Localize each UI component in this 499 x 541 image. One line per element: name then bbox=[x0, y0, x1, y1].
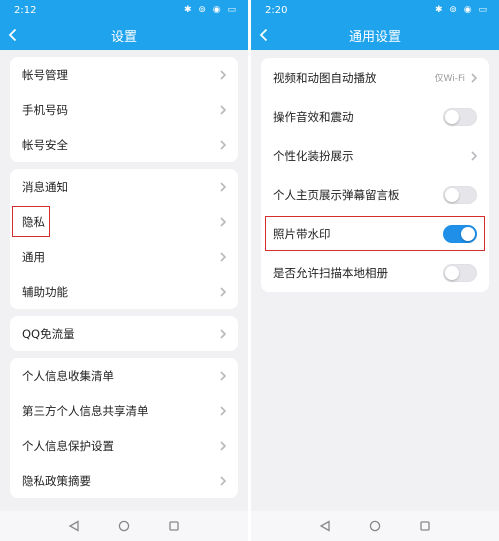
header-bar: 2:12 ✱ ⊚ ◉ ▭ 设置 bbox=[0, 0, 248, 50]
general-settings-group: 视频和动图自动播放 仅Wi-Fi 操作音效和震动 个性化装扮展示 个人主页展示弹… bbox=[261, 58, 489, 292]
page-title: 设置 bbox=[110, 29, 137, 45]
settings-item-label: 辅助功能 bbox=[22, 284, 68, 299]
chevron-right-icon bbox=[220, 475, 226, 486]
chevron-right-icon bbox=[471, 150, 477, 161]
settings-item-phone-number[interactable]: 手机号码 bbox=[10, 92, 238, 127]
square-recents-icon[interactable] bbox=[419, 520, 431, 532]
settings-item-label: 隐私政策摘要 bbox=[22, 473, 91, 488]
chevron-right-icon bbox=[220, 216, 226, 227]
setting-label: 个人主页展示弹幕留言板 bbox=[273, 187, 400, 202]
highlight-box bbox=[12, 206, 50, 237]
settings-item-third-party-sharing[interactable]: 第三方个人信息共享清单 bbox=[10, 393, 238, 428]
setting-autoplay[interactable]: 视频和动图自动播放 仅Wi-Fi bbox=[261, 58, 489, 97]
system-nav-bar bbox=[251, 511, 499, 541]
settings-item-accessibility[interactable]: 辅助功能 bbox=[10, 274, 238, 309]
chevron-right-icon bbox=[220, 405, 226, 416]
back-button[interactable] bbox=[259, 20, 281, 50]
status-icons: ✱ ⊚ ◉ ▭ bbox=[434, 5, 489, 15]
status-time: 2:12 bbox=[14, 4, 37, 16]
chevron-right-icon bbox=[220, 139, 226, 150]
setting-scan-album: 是否允许扫描本地相册 bbox=[261, 253, 489, 292]
setting-label: 是否允许扫描本地相册 bbox=[273, 265, 388, 280]
circle-home-icon[interactable] bbox=[369, 520, 381, 532]
settings-item-label: 个人信息保护设置 bbox=[22, 438, 114, 453]
settings-group-data: QQ免流量 bbox=[10, 316, 238, 351]
settings-item-label: 手机号码 bbox=[22, 102, 68, 117]
scan-album-toggle[interactable] bbox=[443, 263, 477, 282]
settings-group-legal: 个人信息收集清单 第三方个人信息共享清单 个人信息保护设置 隐私政策摘要 bbox=[10, 358, 238, 498]
status-time: 2:20 bbox=[265, 4, 288, 16]
settings-item-label: 个人信息收集清单 bbox=[22, 368, 114, 383]
setting-personalization[interactable]: 个性化装扮展示 bbox=[261, 136, 489, 175]
setting-label: 操作音效和震动 bbox=[273, 109, 354, 124]
setting-label: 视频和动图自动播放 bbox=[273, 70, 377, 85]
square-recents-icon[interactable] bbox=[168, 520, 180, 532]
page-title: 通用设置 bbox=[348, 29, 401, 45]
settings-item-label: 帐号管理 bbox=[22, 67, 68, 82]
settings-item-notifications[interactable]: 消息通知 bbox=[10, 169, 238, 204]
settings-item-label: 第三方个人信息共享清单 bbox=[22, 403, 149, 418]
status-icons: ✱ ⊚ ◉ ▭ bbox=[183, 5, 238, 15]
header-bar: 2:20 ✱ ⊚ ◉ ▭ 通用设置 bbox=[251, 0, 499, 50]
circle-home-icon[interactable] bbox=[118, 520, 130, 532]
settings-item-label: 消息通知 bbox=[22, 179, 68, 194]
settings-screen: 2:12 ✱ ⊚ ◉ ▭ 设置 帐号管理 手机号码 帐号安全 消息通知 隐私 通… bbox=[0, 0, 248, 541]
settings-item-account-management[interactable]: 帐号管理 bbox=[10, 57, 238, 92]
chevron-right-icon bbox=[220, 370, 226, 381]
settings-item-free-data[interactable]: QQ免流量 bbox=[10, 316, 238, 351]
back-button[interactable] bbox=[8, 20, 30, 50]
status-bar: 2:12 ✱ ⊚ ◉ ▭ bbox=[0, 0, 248, 20]
chevron-left-icon bbox=[259, 28, 268, 42]
chevron-right-icon bbox=[220, 251, 226, 262]
chevron-right-icon bbox=[220, 440, 226, 451]
chevron-right-icon bbox=[471, 72, 477, 83]
setting-sound-vibration: 操作音效和震动 bbox=[261, 97, 489, 136]
settings-group-general: 消息通知 隐私 通用 辅助功能 bbox=[10, 169, 238, 309]
chevron-right-icon bbox=[220, 181, 226, 192]
setting-danmaku-board: 个人主页展示弹幕留言板 bbox=[261, 175, 489, 214]
general-settings-screen: 2:20 ✱ ⊚ ◉ ▭ 通用设置 视频和动图自动播放 仅Wi-Fi 操作音效和… bbox=[251, 0, 499, 541]
setting-label: 个性化装扮展示 bbox=[273, 148, 354, 163]
sound-vibration-toggle[interactable] bbox=[443, 107, 477, 126]
chevron-right-icon bbox=[220, 328, 226, 339]
status-bar: 2:20 ✱ ⊚ ◉ ▭ bbox=[251, 0, 499, 20]
highlight-box bbox=[265, 216, 485, 251]
settings-item-label: 帐号安全 bbox=[22, 137, 68, 152]
settings-item-account-security[interactable]: 帐号安全 bbox=[10, 127, 238, 162]
chevron-right-icon bbox=[220, 286, 226, 297]
chevron-right-icon bbox=[220, 69, 226, 80]
settings-item-general[interactable]: 通用 bbox=[10, 239, 238, 274]
settings-item-label: 通用 bbox=[22, 249, 45, 264]
chevron-right-icon bbox=[220, 104, 226, 115]
setting-value: 仅Wi-Fi bbox=[434, 74, 465, 84]
triangle-back-icon[interactable] bbox=[68, 520, 80, 532]
chevron-left-icon bbox=[8, 28, 17, 42]
system-nav-bar bbox=[0, 511, 248, 541]
danmaku-board-toggle[interactable] bbox=[443, 185, 477, 204]
settings-item-info-protection[interactable]: 个人信息保护设置 bbox=[10, 428, 238, 463]
setting-photo-watermark: 照片带水印 bbox=[261, 214, 489, 253]
settings-item-privacy[interactable]: 隐私 bbox=[10, 204, 238, 239]
settings-item-privacy-summary[interactable]: 隐私政策摘要 bbox=[10, 463, 238, 498]
settings-item-label: QQ免流量 bbox=[22, 326, 75, 341]
settings-item-info-collection[interactable]: 个人信息收集清单 bbox=[10, 358, 238, 393]
settings-group-account: 帐号管理 手机号码 帐号安全 bbox=[10, 57, 238, 162]
triangle-back-icon[interactable] bbox=[319, 520, 331, 532]
